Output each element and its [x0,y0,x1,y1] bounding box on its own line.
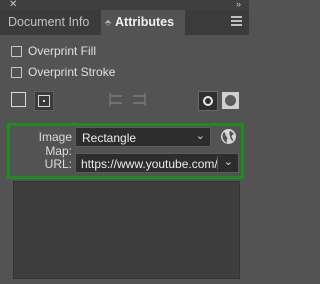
even-odd-fill-icon[interactable] [222,92,239,109]
tab-bar: Document Info ⬘ Attributes [0,10,249,35]
chevron-down-icon: ⌄ [195,130,205,142]
attributes-panel: ✕ » Document Info ⬘ Attributes Overprint… [0,0,249,284]
url-label: URL: [44,157,72,171]
reverse-path-direction-icon[interactable] [106,91,126,111]
hamburger-menu-icon[interactable] [231,16,242,28]
url-dropdown-divider [217,156,218,170]
square-center-dot-icon[interactable] [34,91,54,111]
panel-title-bar: ✕ » [0,0,249,10]
collapse-panel-icon[interactable]: » [236,0,241,10]
overprint-fill-checkbox[interactable] [11,45,22,57]
tab-attributes[interactable]: ⬘ Attributes [101,10,185,35]
overprint-stroke-checkbox[interactable] [11,66,22,78]
url-combobox[interactable]: https://www.youtube.com/ ⌄ [75,153,239,173]
overprint-stroke-label: Overprint Stroke [28,65,116,79]
tab-attributes-label: Attributes [115,15,175,29]
overprint-fill-label: Overprint Fill [28,44,97,58]
image-map-select[interactable]: Rectangle ⌄ [75,127,211,147]
attribute-icons-row [0,91,249,113]
notes-textarea[interactable] [13,181,240,279]
image-map-label: Image Map: [38,130,72,158]
overprint-fill-option[interactable]: Overprint Fill [11,43,96,59]
tab-document-info[interactable]: Document Info [8,10,89,35]
overprint-stroke-option[interactable]: Overprint Stroke [11,64,115,80]
nonzero-winding-fill-icon[interactable] [198,91,218,111]
reverse-path-direction-alt-icon[interactable] [129,91,149,111]
image-map-value: Rectangle [82,131,137,145]
panel-options-toggle-icon[interactable]: ⬘ [105,10,111,35]
close-panel-icon[interactable]: ✕ [9,0,17,10]
square-outline-icon[interactable] [11,92,26,107]
globe-icon[interactable] [220,128,237,145]
url-field[interactable]: https://www.youtube.com/ [81,157,218,171]
chevron-down-icon[interactable]: ⌄ [224,155,233,168]
